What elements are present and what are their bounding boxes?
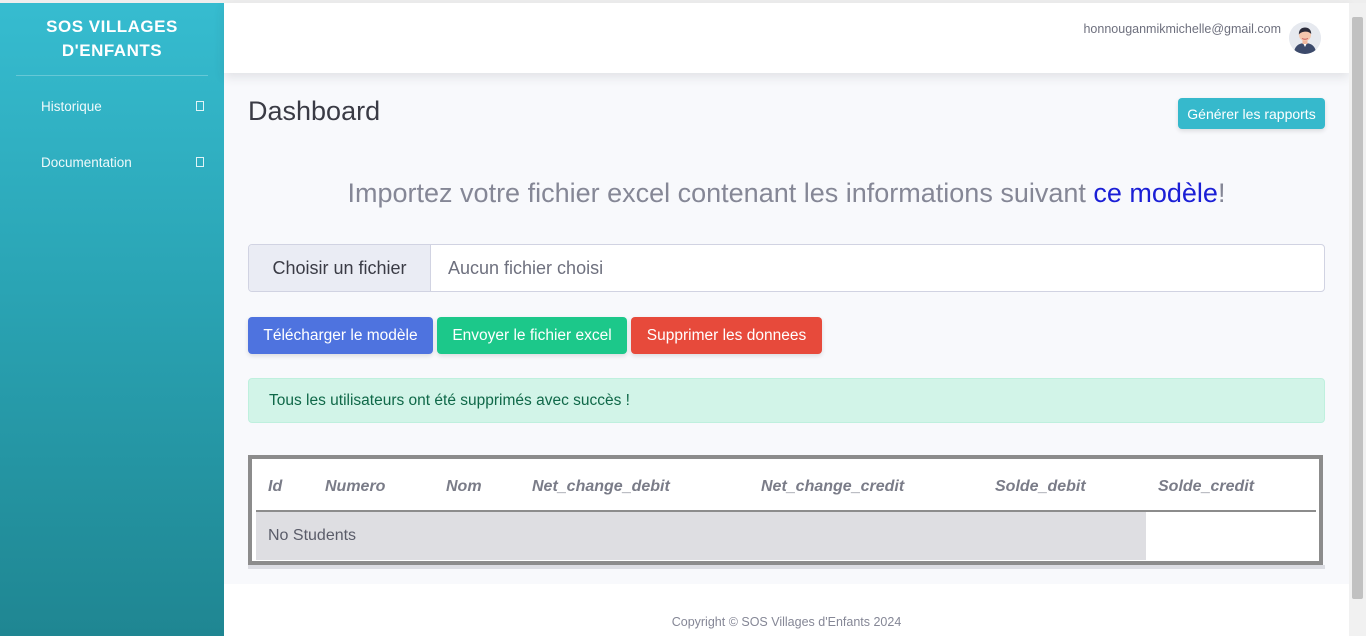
generate-reports-button[interactable]: Générer les rapports	[1178, 98, 1325, 129]
footer: Copyright © SOS Villages d'Enfants 2024	[224, 584, 1349, 636]
send-excel-button[interactable]: Envoyer le fichier excel	[437, 317, 627, 354]
import-instructions-end: !	[1217, 178, 1226, 208]
sidebar-brand[interactable]: SOS VILLAGES D'ENFANTS	[0, 3, 224, 75]
sidebar-divider	[16, 75, 208, 76]
column-header-numero[interactable]: Numero	[325, 463, 385, 510]
column-header-net-change-debit[interactable]: Net_change_debit	[532, 463, 670, 510]
brand-line-2: D'ENFANTS	[61, 41, 163, 60]
sidebar: SOS VILLAGES D'ENFANTS Historique Docume…	[0, 3, 224, 636]
alert-message: Tous les utilisateurs ont été supprimés …	[269, 391, 630, 409]
sidebar-item-label: Historique	[41, 98, 102, 114]
column-header-net-change-credit[interactable]: Net_change_credit	[761, 463, 904, 510]
table-bottom-edge	[248, 565, 1325, 569]
file-input[interactable]: Choisir un fichier Aucun fichier choisi	[248, 244, 1325, 292]
sidebar-item-documentation[interactable]: Documentation	[0, 134, 224, 190]
page-title: Dashboard	[248, 96, 381, 126]
table-empty-row: No Students	[256, 512, 1146, 560]
user-avatar-icon[interactable]	[1289, 22, 1321, 54]
download-template-button[interactable]: Télécharger le modèle	[248, 317, 433, 354]
choose-file-button[interactable]: Choisir un fichier	[249, 245, 431, 291]
empty-message: No Students	[268, 527, 357, 544]
column-header-nom[interactable]: Nom	[446, 463, 482, 510]
column-header-solde-debit[interactable]: Solde_debit	[995, 463, 1086, 510]
sidebar-item-label: Documentation	[41, 154, 132, 170]
expand-icon	[196, 101, 204, 111]
file-status: Aucun fichier choisi	[448, 257, 604, 278]
sidebar-item-historique[interactable]: Historique	[0, 78, 224, 134]
copyright-text: Copyright © SOS Villages d'Enfants 2024	[671, 615, 902, 629]
students-table: Id Numero Nom Net_change_debit Net_chang…	[248, 455, 1323, 565]
import-instructions-text: Importez votre fichier excel contenant l…	[347, 178, 1094, 208]
page-scrollbar[interactable]	[1349, 3, 1366, 636]
scrollbar-thumb[interactable]	[1352, 17, 1363, 599]
topbar: honnouganmikmichelle@gmail.com	[224, 3, 1349, 73]
column-header-id[interactable]: Id	[268, 463, 282, 510]
import-instructions: Importez votre fichier excel contenant l…	[248, 178, 1325, 209]
expand-icon	[196, 157, 204, 167]
template-link[interactable]: ce modèle	[1093, 178, 1218, 208]
success-alert: Tous les utilisateurs ont été supprimés …	[248, 378, 1325, 423]
delete-data-button[interactable]: Supprimer les donnees	[631, 317, 822, 354]
brand-line-1: SOS VILLAGES	[46, 17, 178, 36]
column-header-solde-credit[interactable]: Solde_credit	[1158, 463, 1254, 510]
user-email[interactable]: honnouganmikmichelle@gmail.com	[1083, 22, 1281, 36]
table-header: Id Numero Nom Net_change_debit Net_chang…	[256, 463, 1316, 512]
